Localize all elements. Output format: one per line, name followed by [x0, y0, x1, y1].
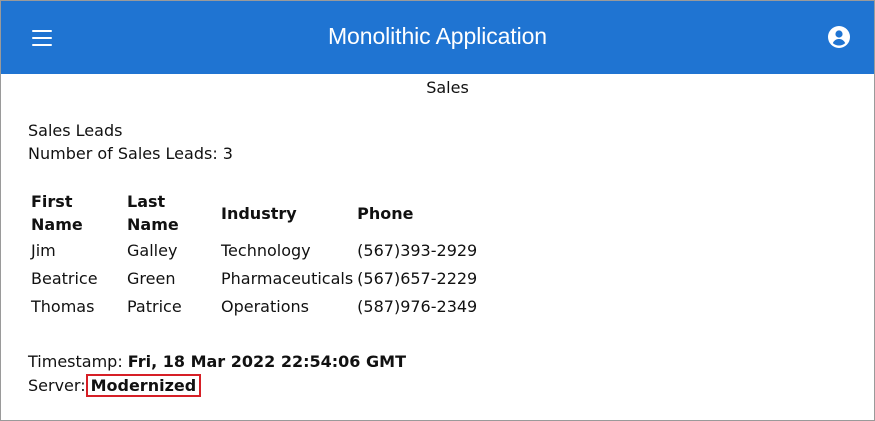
- sales-leads-count: Number of Sales Leads: 3: [28, 144, 233, 163]
- server-label: Server:: [28, 376, 86, 395]
- table-cell-first-name: Jim: [31, 240, 56, 260]
- table-header: First Name Last Name Industry Phone: [31, 190, 481, 236]
- timestamp-value: Fri, 18 Mar 2022 22:54:06 GMT: [127, 352, 406, 371]
- table-row: Beatrice Green Pharmaceuticals (567)657-…: [31, 264, 481, 292]
- table-cell-industry: Technology: [221, 240, 311, 260]
- sales-content: Sales Leads Number of Sales Leads: 3 Fir…: [28, 119, 848, 316]
- table-row: Thomas Patrice Operations (587)976-2349: [31, 292, 481, 320]
- app-header: Monolithic Application: [1, 1, 874, 74]
- table-cell-phone: (587)976-2349: [357, 296, 478, 316]
- table-cell-industry: Pharmaceuticals: [221, 268, 354, 288]
- server-value-highlight: Modernized: [85, 374, 202, 397]
- timestamp-line: Timestamp: Fri, 18 Mar 2022 22:54:06 GMT: [28, 350, 406, 374]
- response-metadata: Timestamp: Fri, 18 Mar 2022 22:54:06 GMT…: [28, 350, 406, 398]
- page-title: Sales: [426, 78, 469, 97]
- account-circle-icon-svg: [828, 26, 850, 48]
- account-circle-icon[interactable]: [827, 25, 851, 49]
- account-head: [835, 30, 843, 38]
- table-cell-last-name: Patrice: [127, 296, 182, 316]
- table-body: Jim Galley Technology (567)393-2929 Beat…: [31, 236, 481, 320]
- table-cell-last-name: Galley: [127, 240, 178, 260]
- column-header-last-name: Last Name: [127, 192, 179, 234]
- timestamp-label: Timestamp:: [28, 352, 123, 371]
- sales-leads-label: Sales Leads: [28, 121, 123, 140]
- table-cell-phone: (567)393-2929: [357, 240, 478, 260]
- application-window: Monolithic Application Sales Sales Leads…: [0, 0, 875, 421]
- sales-leads-table: First Name Last Name Industry Phone Jim …: [31, 190, 481, 320]
- table-header-row: First Name Last Name Industry Phone: [31, 190, 481, 236]
- column-header-first-name: First Name: [31, 192, 83, 234]
- table-cell-industry: Operations: [221, 296, 309, 316]
- table-cell-first-name: Beatrice: [31, 268, 98, 288]
- server-line: Server: Modernized: [28, 374, 406, 398]
- app-title: Monolithic Application: [328, 23, 547, 49]
- table-row: Jim Galley Technology (567)393-2929: [31, 236, 481, 264]
- table-cell-first-name: Thomas: [31, 296, 95, 316]
- column-header-industry: Industry: [221, 203, 297, 223]
- table-cell-last-name: Green: [127, 268, 176, 288]
- column-header-phone: Phone: [357, 203, 414, 223]
- table-cell-phone: (567)657-2229: [357, 268, 478, 288]
